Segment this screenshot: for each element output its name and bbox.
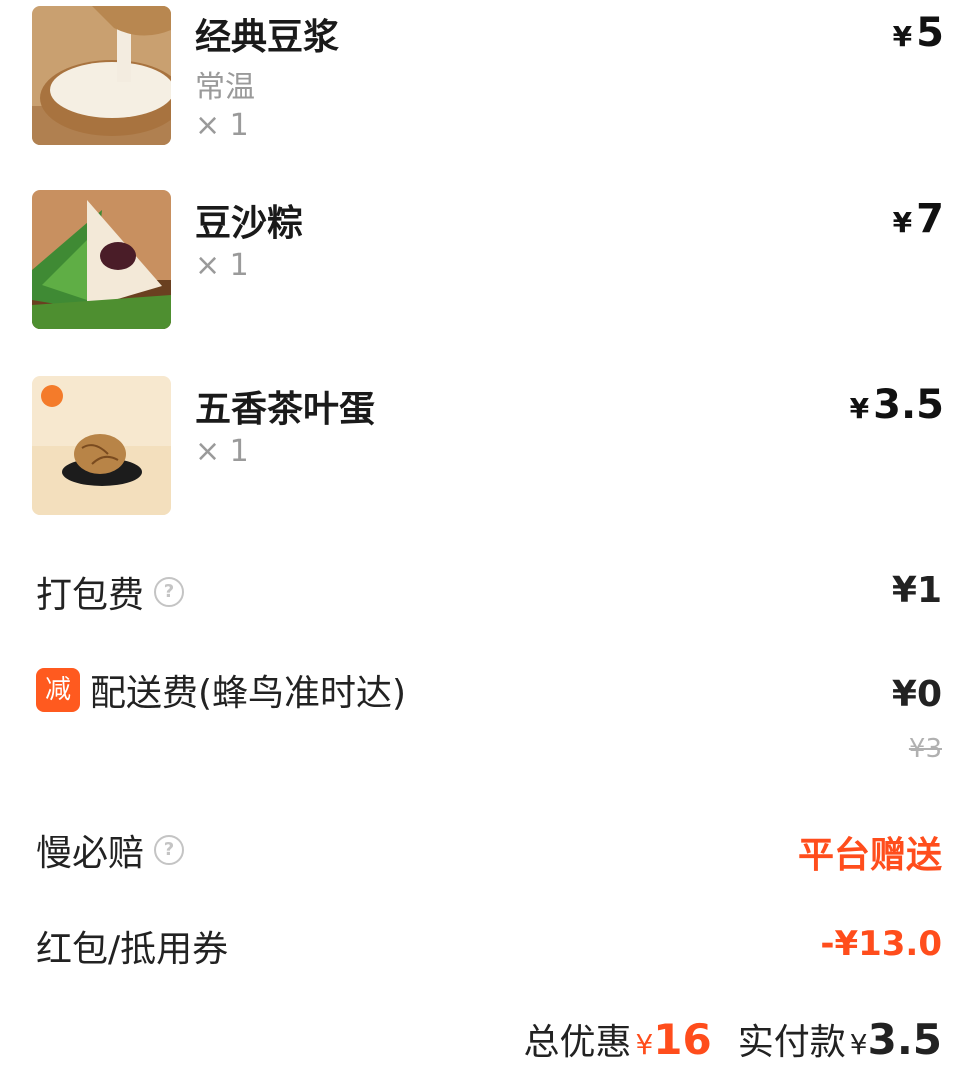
discount-badge: 减 [36, 668, 80, 712]
currency-symbol: ¥ [849, 392, 870, 425]
delivery-fee-label: 减 配送费(蜂鸟准时达) [36, 664, 406, 716]
currency-symbol: ¥ [849, 1028, 868, 1061]
coupon-label[interactable]: 红包/抵用券 [36, 920, 228, 972]
order-summary: 总优惠 ¥ 16 实付款 ¥ 3.5 [523, 1013, 942, 1065]
currency-symbol: ¥ [892, 206, 913, 239]
item-name: 经典豆浆 [195, 17, 340, 58]
item-quantity: × 1 [195, 434, 249, 469]
late-compensation-label: 慢必赔 ? [36, 824, 185, 876]
delivery-original-price: ¥3 [908, 734, 942, 764]
coupon-value[interactable]: -¥13.0 [820, 924, 942, 964]
packing-fee-text: 打包费 [36, 575, 145, 616]
soy-milk-photo [32, 6, 171, 145]
zongzi-photo [32, 190, 171, 329]
total-discount-value: 16 [653, 1015, 712, 1064]
price-amount: 5 [916, 10, 944, 56]
item-price: ¥5 [893, 10, 944, 56]
item-spec: 常温 [195, 70, 255, 105]
late-compensation-text: 慢必赔 [36, 833, 145, 874]
order-item: 经典豆浆 常温 × 1 ¥5 [0, 0, 980, 150]
packing-fee-value: ¥1 [891, 570, 942, 611]
packing-fee-label: 打包费 ? [36, 566, 185, 618]
coupon-text: 红包/抵用券 [36, 929, 229, 970]
paid-amount-label: 实付款 [737, 1022, 846, 1063]
currency-symbol: ¥ [635, 1028, 654, 1061]
question-circle-icon[interactable]: ? [154, 835, 185, 865]
tea-egg-photo [32, 376, 171, 515]
late-compensation-value: 平台赠送 [797, 835, 942, 876]
total-discount-label: 总优惠 [523, 1022, 632, 1063]
paid-amount-value: 3.5 [867, 1015, 942, 1064]
item-price: ¥7 [893, 196, 944, 242]
item-quantity: × 1 [195, 108, 249, 143]
order-item: 豆沙粽 × 1 ¥7 [0, 186, 980, 336]
order-item: 五香茶叶蛋 × 1 ¥3.5 [0, 372, 980, 522]
item-quantity: × 1 [195, 248, 249, 283]
item-name: 豆沙粽 [195, 203, 304, 244]
item-name: 五香茶叶蛋 [195, 389, 376, 430]
delivery-fee-value: ¥0 [891, 674, 942, 715]
price-amount: 7 [916, 196, 944, 242]
currency-symbol: ¥ [892, 20, 913, 53]
question-circle-icon[interactable]: ? [154, 577, 185, 607]
item-price: ¥3.5 [850, 382, 944, 428]
price-amount: 3.5 [873, 382, 944, 428]
delivery-fee-text: 配送费(蜂鸟准时达) [90, 673, 407, 714]
